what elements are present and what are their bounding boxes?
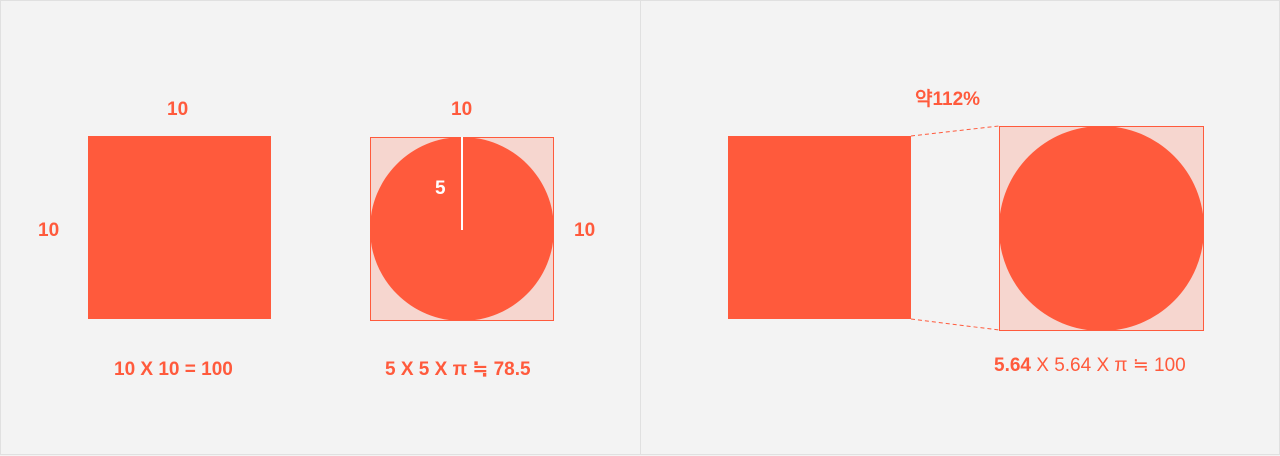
radius-label: 5: [435, 178, 446, 199]
circle-side-label: 10: [574, 220, 596, 241]
square-top-label: 10: [167, 99, 189, 120]
comparison-circle: [999, 126, 1204, 331]
circle-top-label: 10: [451, 99, 473, 120]
circle-formula: 5 X 5 X π ≒ 78.5: [385, 359, 531, 380]
square-side-label: 10: [38, 220, 60, 241]
connector-top: [910, 125, 1000, 137]
right-panel: 약112% 5.64 X 5.64 X π ≒ 100: [640, 0, 1280, 455]
square-shape: [88, 136, 271, 319]
square-formula: 10 X 10 = 100: [114, 359, 233, 380]
left-panel: 10 10 10 X 10 = 100 10 10 5 5 X 5 X π ≒ …: [0, 0, 640, 455]
comparison-formula-bold: 5.64: [994, 355, 1031, 376]
comparison-formula-rest: X 5.64 X π ≒ 100: [1030, 355, 1186, 376]
comparison-formula: 5.64 X 5.64 X π ≒ 100: [994, 356, 1186, 375]
radius-line: [461, 137, 463, 230]
comparison-square: [728, 136, 911, 319]
connector-bottom: [910, 318, 1000, 331]
